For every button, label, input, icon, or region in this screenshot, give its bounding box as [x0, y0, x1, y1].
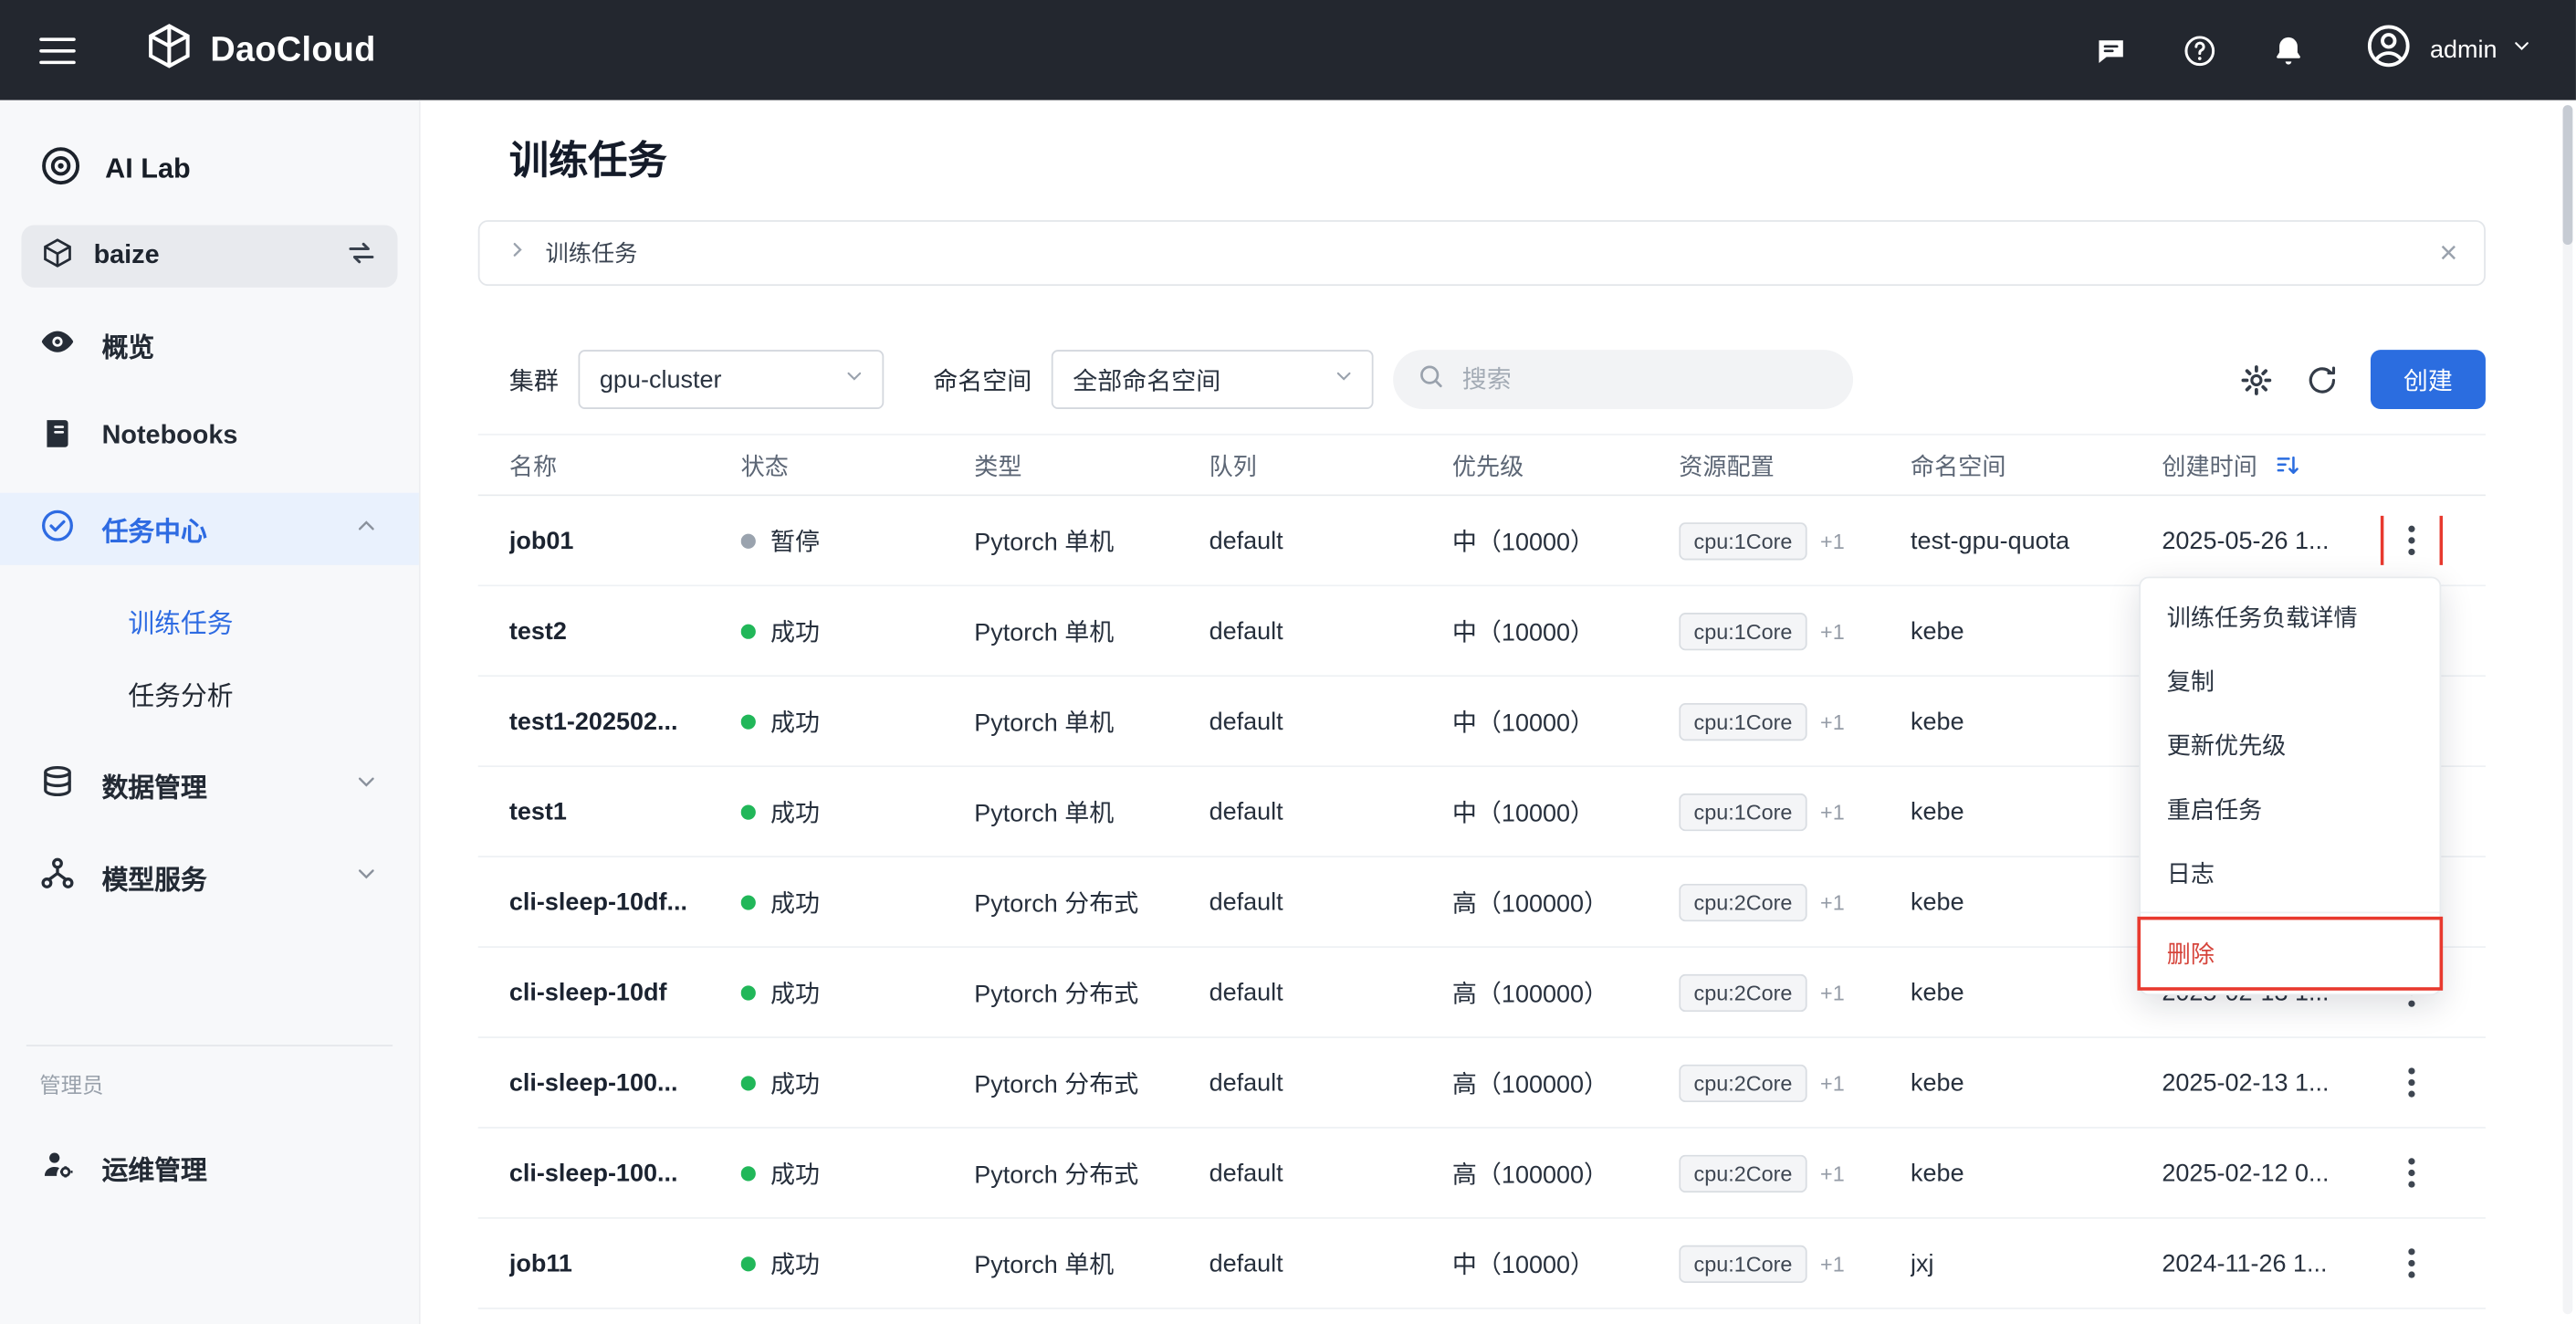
- search-icon: [1416, 361, 1445, 398]
- workspace-cube-icon: [41, 236, 74, 277]
- create-button[interactable]: 创建: [2371, 350, 2486, 409]
- menu-item-update-priority[interactable]: 更新优先级: [2141, 713, 2440, 777]
- status-dot: [741, 804, 756, 819]
- help-icon[interactable]: [2180, 30, 2219, 69]
- chevron-up-icon[interactable]: [353, 511, 380, 546]
- sidebar-item-ops-management[interactable]: 运维管理: [0, 1132, 419, 1204]
- menu-item-workload-details[interactable]: 训练任务负载详情: [2141, 584, 2440, 648]
- sidebar-item-training-tasks[interactable]: 训练任务: [0, 584, 419, 657]
- breadcrumb: 训练任务 ×: [478, 220, 2486, 286]
- chevron-down-icon: [1316, 364, 1356, 394]
- operator-icon: [39, 1146, 76, 1191]
- table-header: 名称 状态 类型 队列 优先级 资源配置 命名空间 创建时间: [478, 434, 2486, 496]
- topbar: DaoCloud admin: [0, 0, 2576, 100]
- table-row[interactable]: cli-sleep-100... 成功 Pytorch 分布式 default …: [478, 1038, 2486, 1129]
- workspace-selector[interactable]: baize: [21, 225, 397, 287]
- workspace-name: baize: [94, 241, 160, 270]
- refresh-icon[interactable]: [2299, 356, 2344, 402]
- resource-chip: cpu:1Core: [1679, 521, 1806, 559]
- sidebar-item-notebooks[interactable]: Notebooks: [0, 401, 419, 473]
- sidebar-item-task-analysis[interactable]: 任务分析: [0, 657, 419, 730]
- status-dot: [741, 714, 756, 729]
- resource-chip: cpu:1Core: [1679, 702, 1806, 740]
- page-title: 训练任务: [509, 138, 2486, 187]
- brand: DaoCloud: [144, 21, 375, 79]
- notebook-icon: [39, 415, 76, 459]
- daocloud-logo-icon: [144, 21, 194, 79]
- vertical-scrollbar[interactable]: [2563, 105, 2573, 1314]
- messages-icon[interactable]: [2091, 30, 2131, 69]
- sidebar-item-overview[interactable]: 概览: [0, 309, 419, 381]
- resource-chip: cpu:2Core: [1679, 883, 1806, 920]
- menu-divider: [2141, 911, 2440, 913]
- app-window: DaoCloud admin: [0, 0, 2576, 1324]
- row-actions-button[interactable]: [2387, 516, 2436, 565]
- status-dot: [741, 1075, 756, 1089]
- row-actions-button[interactable]: [2387, 1058, 2436, 1108]
- eye-icon: [39, 323, 76, 368]
- ailab-logo-icon: [39, 143, 82, 194]
- menu-item-copy[interactable]: 复制: [2141, 649, 2440, 713]
- resource-chip: cpu:2Core: [1679, 973, 1806, 1011]
- chevron-down-icon: [826, 364, 865, 394]
- resource-chip: cpu:2Core: [1679, 1064, 1806, 1101]
- menu-item-restart-task[interactable]: 重启任务: [2141, 777, 2440, 841]
- sidebar-item-task-center[interactable]: 任务中心: [0, 493, 419, 565]
- topbar-right: admin: [2042, 21, 2533, 79]
- status-dot: [741, 985, 756, 1000]
- sidebar-item-data-management[interactable]: 数据管理: [0, 749, 419, 821]
- status-dot: [741, 1165, 756, 1180]
- namespace-label: 命名空间: [933, 363, 1031, 397]
- namespace-select[interactable]: 全部命名空间: [1052, 350, 1374, 409]
- admin-section-label: 管理员: [0, 1046, 419, 1132]
- breadcrumb-close-icon[interactable]: ×: [2439, 237, 2457, 268]
- row-context-menu: 训练任务负载详情 复制 更新优先级 重启任务 日志 删除: [2139, 576, 2441, 995]
- workspace-switch-icon[interactable]: [345, 236, 378, 277]
- search-box: [1393, 350, 1853, 409]
- brand-name: DaoCloud: [210, 30, 375, 69]
- table-row[interactable]: job11 成功 Pytorch 单机 default 中（10000） cpu…: [478, 1219, 2486, 1309]
- sidebar: AI Lab baize 概览: [0, 100, 421, 1324]
- database-icon: [39, 763, 76, 808]
- resource-chip: cpu:2Core: [1679, 1154, 1806, 1192]
- menu-item-logs[interactable]: 日志: [2141, 841, 2440, 905]
- resource-chip: cpu:1Core: [1679, 612, 1806, 649]
- table-settings-gear-icon[interactable]: [2233, 356, 2278, 402]
- sort-descending-icon[interactable]: [2274, 451, 2302, 479]
- user-avatar[interactable]: [2364, 21, 2414, 79]
- breadcrumb-chevron-icon: [506, 237, 529, 268]
- cluster-label: 集群: [509, 363, 559, 397]
- status-dot: [741, 624, 756, 638]
- chevron-down-icon[interactable]: [353, 860, 380, 895]
- filter-bar: 集群 gpu-cluster 命名空间 全部命名空间: [478, 350, 2486, 409]
- sidebar-item-model-services[interactable]: 模型服务: [0, 841, 419, 913]
- row-actions-button[interactable]: [2387, 1149, 2436, 1198]
- resource-chip: cpu:1Core: [1679, 1245, 1806, 1282]
- menu-item-delete[interactable]: 删除: [2141, 919, 2440, 987]
- username[interactable]: admin: [2430, 37, 2497, 65]
- check-circle-icon: [39, 507, 76, 552]
- user-menu-chevron-down-icon[interactable]: [2510, 35, 2533, 66]
- breadcrumb-item[interactable]: 训练任务: [546, 236, 638, 269]
- scrollbar-thumb[interactable]: [2563, 105, 2573, 245]
- table-row[interactable]: cli-sleep-100... 成功 Pytorch 分布式 default …: [478, 1129, 2486, 1219]
- model-nodes-icon: [39, 855, 76, 899]
- table-row[interactable]: job01 暂停 Pytorch 单机 default 中（10000） cpu…: [478, 496, 2486, 586]
- chevron-down-icon[interactable]: [353, 768, 380, 803]
- sidebar-app-title: AI Lab: [39, 133, 403, 205]
- row-actions-button[interactable]: [2387, 1238, 2436, 1287]
- status-dot: [741, 533, 756, 548]
- notifications-bell-icon[interactable]: [2269, 30, 2309, 69]
- status-dot: [741, 895, 756, 909]
- cluster-select[interactable]: gpu-cluster: [579, 350, 885, 409]
- status-dot: [741, 1256, 756, 1270]
- resource-chip: cpu:1Core: [1679, 793, 1806, 830]
- menu-toggle-icon[interactable]: [39, 37, 76, 63]
- search-input[interactable]: [1462, 365, 1830, 394]
